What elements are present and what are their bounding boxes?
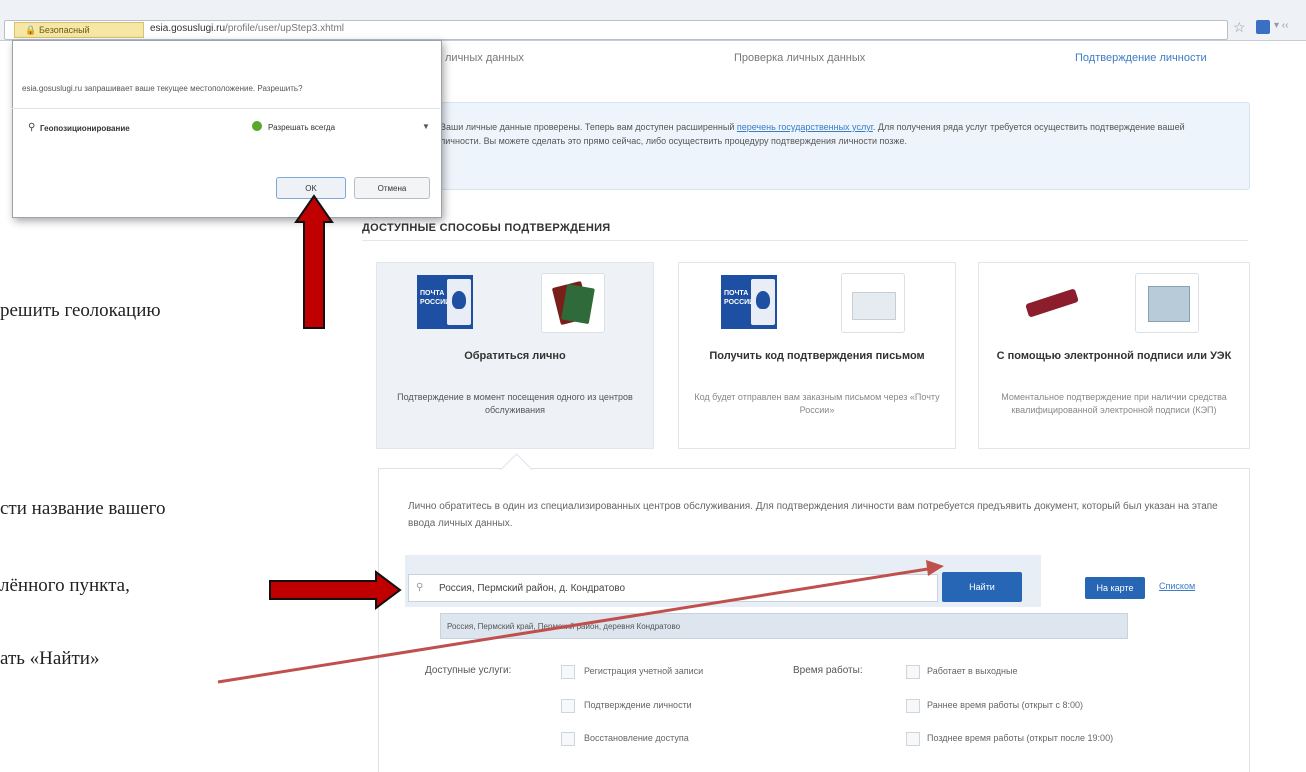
method-card-in-person[interactable]: ПОЧТА РОССИИ Обратиться лично Подтвержде… bbox=[376, 262, 654, 449]
divider bbox=[12, 108, 440, 109]
filter-label: Раннее время работы (открыт с 8:00) bbox=[927, 700, 1084, 710]
pochta-logo: ПОЧТА РОССИИ bbox=[721, 275, 777, 329]
usb-token-icon bbox=[1019, 273, 1083, 333]
method-card-letter[interactable]: ПОЧТА РОССИИ Получить код подтверждения … bbox=[678, 262, 956, 449]
filter-label: Подтверждение личности bbox=[584, 700, 692, 710]
url-path: /profile/user/upStep3.xhtml bbox=[225, 23, 344, 34]
filter-checkbox-late[interactable] bbox=[906, 732, 920, 746]
methods-title: ДОСТУПНЫЕ СПОСОБЫ ПОДТВЕРЖДЕНИЯ bbox=[362, 222, 611, 234]
passport-icon bbox=[541, 273, 605, 333]
chevron-down-icon[interactable]: ▼ bbox=[422, 122, 430, 131]
filter-checkbox-recovery[interactable] bbox=[561, 732, 575, 746]
search-icon: ⚲ bbox=[416, 582, 424, 593]
allow-check-icon bbox=[252, 121, 262, 131]
card-title: С помощью электронной подписи или УЭК bbox=[996, 350, 1232, 362]
security-badge[interactable]: 🔒 Безопасный bbox=[14, 22, 144, 38]
divider bbox=[362, 240, 1248, 241]
list-view-link[interactable]: Списком bbox=[1159, 581, 1195, 591]
hours-filter-label: Время работы: bbox=[793, 665, 863, 676]
filter-label: Работает в выходные bbox=[927, 666, 1018, 676]
star-icon[interactable]: ☆ bbox=[1233, 19, 1246, 36]
filter-label: Регистрация учетной записи bbox=[584, 666, 704, 676]
card-title: Получить код подтверждения письмом bbox=[709, 350, 925, 362]
location-pin-icon: ⚲ bbox=[28, 122, 36, 133]
security-label: Безопасный bbox=[39, 25, 90, 35]
filter-checkbox-registration[interactable] bbox=[561, 665, 575, 679]
extension-menu[interactable]: ▾ ‹‹ bbox=[1274, 20, 1288, 31]
cancel-button[interactable]: Отмена bbox=[354, 177, 430, 199]
annotation-line-4: ать «Найти» bbox=[0, 648, 100, 669]
search-suggestion[interactable]: Россия, Пермский край, Пермский район, д… bbox=[440, 613, 1128, 639]
card-description: Код будет отправлен вам заказным письмом… bbox=[694, 392, 940, 415]
step-data-check[interactable]: Проверка личных данных bbox=[734, 52, 865, 64]
step-identity-confirmation[interactable]: Подтверждение личности bbox=[1075, 52, 1207, 64]
step-personal-data[interactable]: личных данных bbox=[445, 52, 524, 64]
url-text[interactable]: esia.gosuslugi.ru/profile/user/upStep3.x… bbox=[150, 22, 344, 36]
extension-icon[interactable] bbox=[1256, 20, 1270, 34]
permission-selected-value: Разрешать всегда bbox=[268, 123, 336, 132]
info-text-before: Ваши личные данные проверены. Теперь вам… bbox=[440, 122, 737, 132]
ok-button[interactable]: OK bbox=[276, 177, 346, 199]
filter-checkbox-weekends[interactable] bbox=[906, 665, 920, 679]
services-list-link[interactable]: перечень государственных услуг bbox=[737, 122, 873, 132]
annotation-line-2: сти название вашего bbox=[0, 498, 166, 519]
in-person-instructions: Лично обратитесь в один из специализиров… bbox=[408, 501, 1218, 529]
info-text: Ваши личные данные проверены. Теперь вам… bbox=[440, 120, 1220, 148]
annotation-line-3: лённого пункта, bbox=[0, 575, 130, 596]
dialog-message: esia.gosuslugi.ru запрашивает ваше текущ… bbox=[22, 84, 303, 93]
url-domain: esia.gosuslugi.ru bbox=[150, 23, 226, 34]
on-map-button[interactable]: На карте bbox=[1085, 577, 1145, 599]
filter-label: Позднее время работы (открыт после 19:00… bbox=[927, 733, 1114, 743]
method-card-e-signature[interactable]: С помощью электронной подписи или УЭК Мо… bbox=[978, 262, 1250, 449]
pochta-logo: ПОЧТА РОССИИ bbox=[417, 275, 473, 329]
find-button[interactable]: Найти bbox=[942, 572, 1022, 602]
card-title: Обратиться лично bbox=[464, 350, 566, 362]
card-reader-icon bbox=[1135, 273, 1199, 333]
filter-checkbox-early[interactable] bbox=[906, 699, 920, 713]
card-description: Подтверждение в момент посещения одного … bbox=[397, 392, 633, 415]
envelope-icon bbox=[841, 273, 905, 333]
card-description: Моментальное подтверждение при наличии с… bbox=[1001, 392, 1227, 415]
lock-icon: 🔒 bbox=[25, 25, 37, 35]
services-filter-label: Доступные услуги: bbox=[425, 665, 512, 676]
annotation-line-1: решить геолокацию bbox=[0, 300, 161, 321]
geolocation-label: Геопозиционирование bbox=[40, 124, 130, 133]
filter-label: Восстановление доступа bbox=[584, 733, 689, 743]
location-search-input[interactable] bbox=[408, 574, 938, 602]
filter-checkbox-confirmation[interactable] bbox=[561, 699, 575, 713]
